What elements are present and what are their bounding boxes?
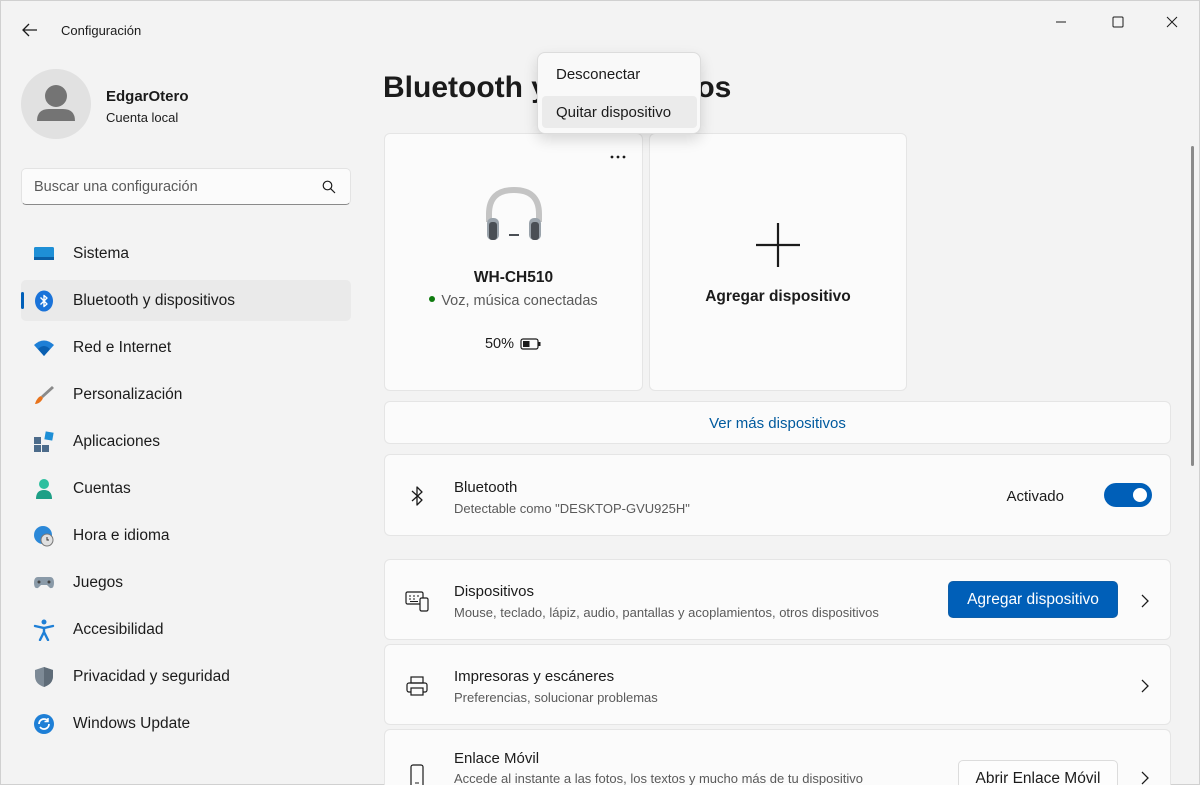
back-button[interactable] [15, 15, 45, 45]
sidebar-item-sistema[interactable]: Sistema [21, 233, 351, 274]
connected-dot-icon [429, 296, 436, 303]
chevron-right-icon [1141, 771, 1149, 785]
back-arrow-icon [22, 23, 37, 37]
title-bar: Configuración [1, 1, 1200, 49]
battery-indicator: 50% [385, 336, 642, 352]
globe-clock-icon [33, 525, 55, 547]
wifi-icon [33, 337, 55, 359]
sidebar-item-accesibilidad[interactable]: Accesibilidad [21, 609, 351, 650]
sidebar-item-windows-update[interactable]: Windows Update [21, 703, 351, 744]
printer-icon [405, 674, 429, 698]
bluetooth-toggle[interactable] [1104, 483, 1152, 507]
search-input[interactable] [22, 169, 312, 204]
sidebar-item-label: Aplicaciones [73, 433, 161, 450]
bluetooth-icon [405, 484, 429, 508]
gamepad-icon [33, 572, 55, 594]
device-context-menu: Desconectar Quitar dispositivo [537, 52, 701, 134]
open-phone-link-button[interactable]: Abrir Enlace Móvil [958, 760, 1118, 785]
bluetooth-title: Bluetooth [454, 479, 518, 496]
maximize-icon [1112, 16, 1124, 28]
toggle-knob [1133, 488, 1147, 502]
see-more-devices-link[interactable]: Ver más dispositivos [384, 401, 1171, 444]
sidebar-item-label: Personalización [73, 386, 183, 403]
sidebar-item-cuentas[interactable]: Cuentas [21, 468, 351, 509]
bluetooth-row: Bluetooth Detectable como "DESKTOP-GVU92… [384, 454, 1171, 536]
menu-item-label: Quitar dispositivo [556, 104, 672, 121]
bluetooth-icon [33, 290, 55, 312]
user-name: EdgarOtero [106, 88, 189, 105]
sidebar-item-juegos[interactable]: Juegos [21, 562, 351, 603]
devices-title: Dispositivos [454, 583, 535, 600]
see-more-label: Ver más dispositivos [709, 415, 846, 432]
battery-fill [523, 341, 530, 347]
sidebar-item-label: Cuentas [73, 480, 131, 497]
phone-icon [405, 764, 429, 785]
search-box[interactable] [21, 168, 351, 205]
apps-icon [33, 431, 55, 453]
sidebar-item-hora[interactable]: Hora e idioma [21, 515, 351, 556]
user-silhouette-icon [37, 85, 75, 121]
sidebar-item-bluetooth[interactable]: Bluetooth y dispositivos [21, 280, 351, 321]
sidebar-item-label: Windows Update [73, 715, 191, 732]
account-type: Cuenta local [106, 110, 179, 125]
sidebar-item-label: Sistema [73, 245, 129, 262]
toggle-state-label: Activado [1006, 488, 1064, 505]
sidebar-item-label: Bluetooth y dispositivos [73, 292, 235, 309]
sidebar-item-label: Hora e idioma [73, 527, 170, 544]
account-icon [33, 478, 55, 500]
battery-icon [520, 338, 541, 350]
battery-percent: 50% [484, 336, 515, 352]
active-indicator [21, 292, 24, 309]
shield-icon [33, 666, 55, 688]
sidebar-item-aplicaciones[interactable]: Aplicaciones [21, 421, 351, 462]
scrollbar[interactable] [1191, 146, 1194, 466]
device-status: Voz, música conectadas [385, 293, 642, 309]
sidebar-item-label: Juegos [73, 574, 123, 591]
add-device-card[interactable]: Agregar dispositivo [649, 133, 907, 391]
sidebar-item-privacidad[interactable]: Privacidad y seguridad [21, 656, 351, 697]
add-device-button[interactable]: Agregar dispositivo [948, 581, 1118, 618]
printers-row[interactable]: Impresoras y escáneres Preferencias, sol… [384, 644, 1171, 725]
search-icon[interactable] [322, 180, 336, 194]
sidebar-item-personalizacion[interactable]: Personalización [21, 374, 351, 415]
keyboard-devices-icon [405, 589, 429, 613]
plus-icon [756, 223, 800, 267]
device-name: WH-CH510 [473, 269, 554, 286]
menu-item-label: Desconectar [556, 66, 641, 83]
add-device-label: Agregar dispositivo [705, 288, 851, 305]
sidebar-item-label: Accesibilidad [73, 621, 164, 638]
sidebar-item-red[interactable]: Red e Internet [21, 327, 351, 368]
more-options-icon[interactable] [608, 152, 628, 162]
app-title: Configuración [61, 23, 142, 38]
phone-link-subtitle: Accede al instante a las fotos, los text… [454, 771, 863, 785]
chevron-right-icon [1141, 594, 1149, 608]
sidebar-item-label: Red e Internet [73, 339, 172, 356]
bluetooth-subtitle: Detectable como "DESKTOP-GVU925H" [454, 501, 690, 516]
sidebar-item-label: Privacidad y seguridad [73, 668, 230, 685]
settings-window: Configuración EdgarOtero Cuenta local Bu… [0, 0, 1200, 785]
printers-title: Impresoras y escáneres [454, 668, 615, 685]
menu-item-remove-device[interactable]: Quitar dispositivo [542, 96, 697, 128]
accessibility-icon [33, 619, 55, 641]
phone-link-row[interactable]: Enlace Móvil Accede al instante a las fo… [384, 729, 1171, 785]
phone-link-title: Enlace Móvil [454, 750, 540, 767]
close-button[interactable] [1149, 7, 1195, 37]
printers-subtitle: Preferencias, solucionar problemas [454, 690, 658, 705]
minimize-icon [1056, 21, 1066, 23]
device-card[interactable]: WH-CH510 Voz, música conectadas 50% [384, 133, 643, 391]
devices-row[interactable]: Dispositivos Mouse, teclado, lápiz, audi… [384, 559, 1171, 640]
device-status-text: Voz, música conectadas [441, 293, 598, 309]
avatar[interactable] [21, 69, 91, 139]
update-icon [33, 713, 55, 735]
system-icon [33, 243, 55, 265]
chevron-right-icon [1141, 679, 1149, 693]
close-icon [1166, 16, 1178, 28]
menu-item-disconnect[interactable]: Desconectar [542, 58, 697, 90]
brush-icon [33, 384, 55, 406]
maximize-button[interactable] [1095, 7, 1141, 37]
minimize-button[interactable] [1038, 7, 1084, 37]
devices-subtitle: Mouse, teclado, lápiz, audio, pantallas … [454, 605, 879, 620]
headphones-icon [486, 186, 542, 240]
